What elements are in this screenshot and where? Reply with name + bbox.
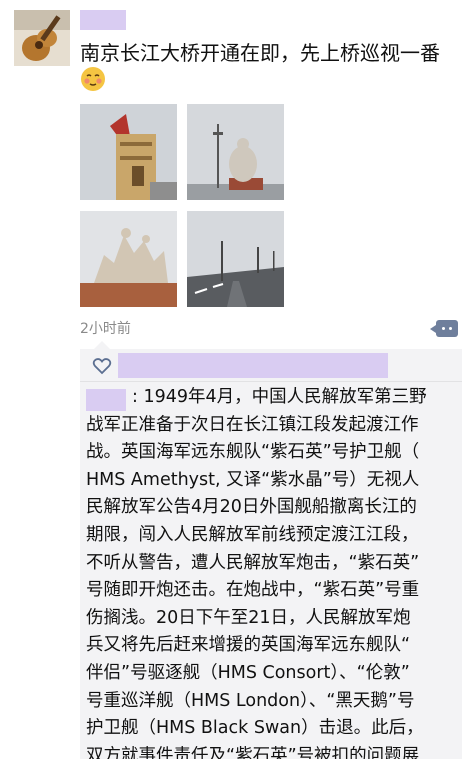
smiling-blush-emoji-icon	[81, 67, 105, 91]
likers-redacted[interactable]	[118, 353, 388, 378]
like-divider	[80, 381, 462, 382]
username-redacted[interactable]	[80, 10, 126, 30]
comment-menu-icon[interactable]	[430, 320, 458, 337]
post-time: 2小时前	[80, 321, 131, 337]
sculpture-photo[interactable]	[80, 211, 177, 307]
tower-photo[interactable]	[80, 104, 177, 200]
guitar-avatar-image	[14, 10, 70, 66]
bubble-arrow	[94, 341, 110, 349]
heart-like-icon	[92, 358, 112, 375]
comment-text[interactable]: : 1949年4月，中国人民解放军第三野 战军正准备于次日在长江镇江段发起渡江作…	[86, 384, 458, 759]
statue-photo[interactable]	[187, 104, 284, 200]
avatar[interactable]	[14, 10, 70, 66]
bridge-road-photo[interactable]	[187, 211, 284, 307]
post-text: 南京长江大桥开通在即，先上桥巡视一番	[80, 41, 440, 65]
